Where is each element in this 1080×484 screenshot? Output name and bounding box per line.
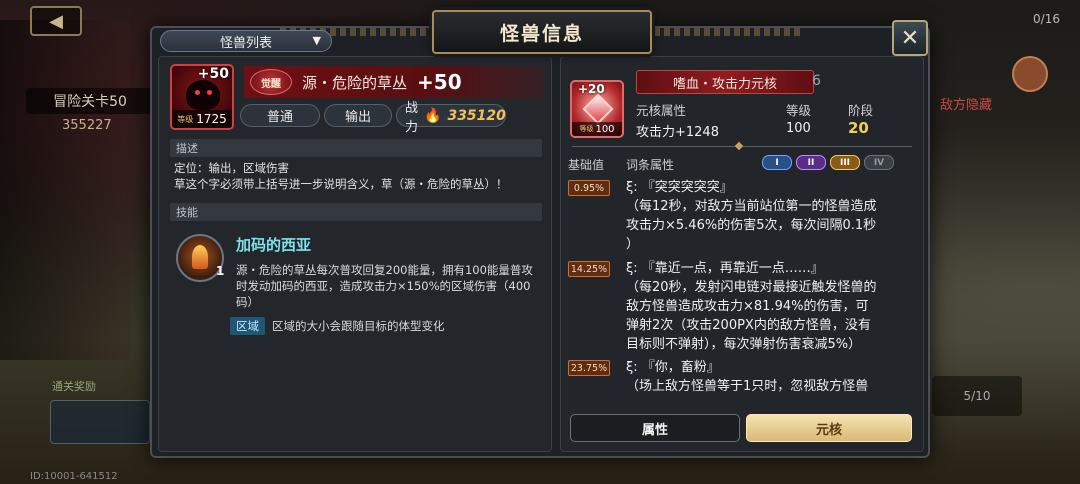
tab-core[interactable]: 元核	[746, 414, 912, 442]
core-portrait[interactable]: +20 等级 100	[570, 80, 624, 138]
core-level: 等级 100	[572, 122, 622, 136]
affix-line: ξ: 『你，畜粉』	[626, 360, 720, 375]
dialog-title: 怪兽信息	[432, 10, 652, 54]
monster-list-dropdown[interactable]: 怪兽列表 ▼	[160, 30, 332, 52]
core-name-banner: 嗜血・攻击力元核	[636, 70, 814, 94]
power-label: 战力	[405, 100, 419, 135]
monster-level: 等级 1725	[172, 110, 232, 128]
monster-creature-icon	[186, 80, 220, 110]
core-attr-value: 攻击力+1248	[636, 125, 719, 140]
power-value: 335120	[447, 107, 506, 124]
affix-slot[interactable]: IV	[864, 155, 894, 170]
monster-level-label: 等级	[177, 114, 194, 124]
core-gem-icon	[582, 93, 614, 125]
affix-slot[interactable]: I	[762, 155, 792, 170]
stage-backdrop	[0, 20, 130, 360]
affix-slot[interactable]: III	[830, 155, 860, 170]
core-name: 嗜血・攻击力元核	[672, 76, 777, 92]
core-stage-value: 20	[848, 119, 869, 137]
core-portrait-plus: +20	[578, 82, 605, 96]
monster-name: 源・危险的草丛	[302, 73, 408, 92]
describe-header: 描述	[170, 139, 542, 157]
bottom-right-counter[interactable]: 5/10	[932, 376, 1022, 416]
skill-level: 1	[216, 264, 225, 278]
top-counter: 0/16	[1033, 12, 1060, 26]
area-tag: 区域	[230, 317, 265, 335]
affix-attr-label: 词条属性	[626, 158, 675, 172]
skill-description: 源・危险的草丛每次普攻回复200能量，拥有100能量普攻时发动加码的西亚，造成攻…	[236, 263, 533, 309]
affix-percent-badge: 0.95%	[568, 180, 610, 196]
affix-slots: I II III IV	[762, 155, 894, 170]
stage-label[interactable]: 冒险关卡50	[26, 88, 154, 114]
monster-level-value: 1725	[196, 112, 227, 126]
reward-slot[interactable]	[50, 400, 150, 444]
skill-header: 技能	[170, 203, 542, 221]
back-button[interactable]: ◀	[30, 6, 82, 36]
affix-line: （每12秒，对敌方当前站位第一的怪兽造成	[626, 199, 877, 214]
monster-list-label: 怪兽列表	[219, 35, 272, 51]
affix-line: 弹射2次（攻击200PX内的敌方怪兽，没有	[626, 318, 871, 333]
affix-text: ξ: 『突突突突突』 （每12秒，对敌方当前站位第一的怪兽造成 攻击力×5.46…	[626, 178, 916, 254]
reward-label: 通关奖励	[52, 380, 96, 393]
core-level-value: 100	[595, 123, 615, 135]
affix-line: （每20秒，发射闪电链对最接近触发怪兽的	[626, 280, 877, 295]
close-icon: ✕	[900, 25, 920, 51]
base-value-label: 基础值	[568, 158, 605, 172]
core-count: 6	[812, 73, 821, 89]
monster-name-banner: 觉醒 源・危险的草丛 +50	[244, 66, 544, 98]
core-level-label: 等级	[579, 125, 594, 133]
affix-text: ξ: 『靠近一点，再靠近一点……』 （每20秒，发射闪电链对最接近触发怪兽的 敌…	[626, 259, 916, 354]
monster-portrait[interactable]: +50 等级 1725	[170, 64, 234, 130]
affix-line: 敌方怪兽造成攻击力×81.94%的伤害，可	[626, 299, 869, 314]
section-divider	[572, 146, 912, 147]
level-badge-icon	[1012, 56, 1048, 92]
affix-line: ξ: 『靠近一点，再靠近一点……』	[626, 261, 824, 276]
build-id: ID:10001-641512	[30, 471, 118, 482]
core-stage-label: 阶段	[848, 103, 874, 118]
monster-portrait-plus: +50	[197, 66, 229, 82]
awaken-badge: 觉醒	[250, 69, 292, 95]
chevron-down-icon: ▼	[312, 34, 321, 47]
core-level-col-value: 100	[786, 121, 811, 136]
stage-power: 355227	[62, 118, 112, 133]
affix-line: 攻击力×5.46%的伤害5次，每次间隔0.1秒	[626, 218, 877, 233]
tab-attributes[interactable]: 属性	[570, 414, 740, 442]
title-ornament-right	[654, 28, 804, 36]
close-button[interactable]: ✕	[892, 20, 928, 56]
affix-percent-badge: 14.25%	[568, 261, 610, 277]
describe-line: 草这个字必须带上括号进一步说明含义，草（源・危险的草丛）！	[174, 177, 508, 191]
power-chip: 战力 🔥 335120	[396, 101, 506, 135]
rarity-chip: 普通	[240, 104, 320, 127]
monster-plus: +50	[417, 70, 462, 94]
area-tag-description: 区域的大小会跟随目标的体型变化	[272, 319, 445, 333]
role-chip: 输出	[324, 104, 392, 127]
affix-line: 目标则不弹射），每次弹射伤害衰减5%）	[626, 337, 862, 352]
describe-line: 定位：输出，区域伤害	[174, 161, 289, 175]
core-level-col-label: 等级	[786, 103, 812, 118]
skill-name: 加码的西亚	[236, 236, 312, 254]
enemy-hidden-label: 敌方隐藏	[939, 98, 992, 113]
affix-percent-badge: 23.75%	[568, 360, 610, 376]
flame-icon: 🔥	[424, 107, 442, 124]
affix-slot[interactable]: II	[796, 155, 826, 170]
affix-line: ）	[626, 237, 640, 252]
affix-line: ξ: 『突突突突突』	[626, 180, 733, 195]
core-attr-label: 元核属性	[636, 103, 687, 118]
scroll-fade	[561, 388, 923, 408]
